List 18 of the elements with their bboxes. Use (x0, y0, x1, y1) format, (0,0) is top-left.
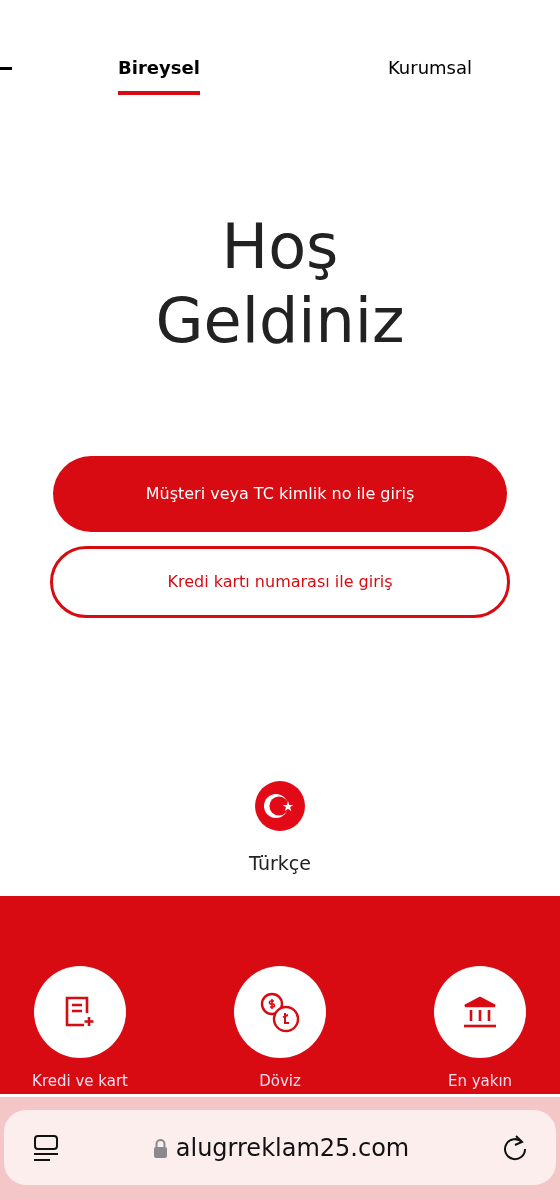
quick-link-label[interactable]: Döviz (259, 1071, 301, 1090)
login-button[interactable]: Kredi kartı numarası ile giriş (50, 546, 510, 618)
bank-icon (462, 994, 498, 1029)
url-text: alugrreklam25.com (175, 1132, 410, 1164)
reload-icon[interactable] (502, 1133, 528, 1162)
welcome-heading: Geldiniz (155, 284, 405, 358)
quick-link-label[interactable]: Kredi ve kart (32, 1071, 128, 1090)
tab[interactable]: Bireysel (118, 55, 200, 95)
document-plus-icon (63, 994, 97, 1029)
quick-link-label[interactable]: En yakın (447, 1071, 513, 1090)
flag-icon[interactable] (255, 781, 305, 831)
welcome-heading: Hoş (221, 210, 339, 284)
language-label[interactable]: Türkçe (249, 849, 311, 878)
login-button[interactable]: Müşteri veya TC kimlik no ile giriş (53, 456, 507, 532)
address-bar[interactable]: alugrreklam25.com (4, 1110, 556, 1185)
tab[interactable]: Kurumsal (387, 55, 472, 95)
tabs-icon[interactable] (32, 1134, 60, 1161)
lock-icon (152, 1137, 168, 1158)
